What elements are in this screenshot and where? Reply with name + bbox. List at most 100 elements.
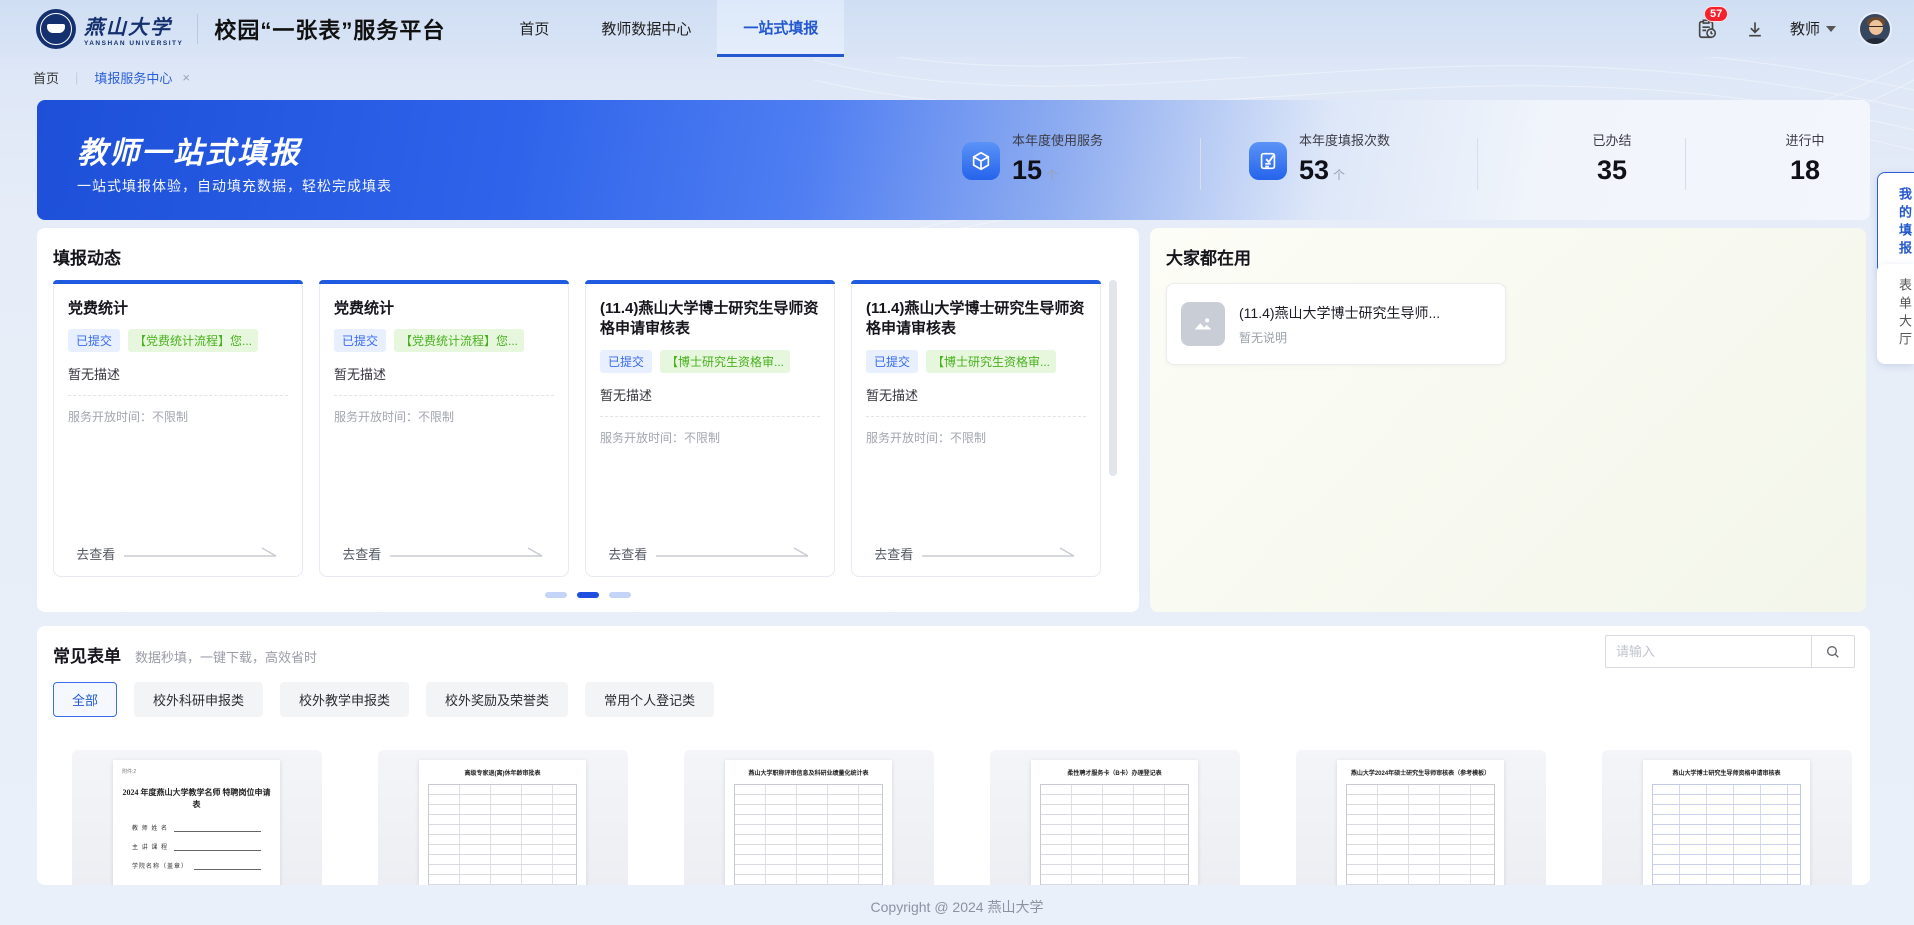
card-open-time: 服务开放时间：不限制 [68, 395, 288, 425]
popular-item-desc: 暂无说明 [1239, 329, 1440, 346]
view-button[interactable]: 去查看 [68, 544, 288, 564]
stat-value: 35 [1572, 155, 1652, 186]
stat-label: 进行中 [1765, 130, 1845, 149]
flow-badge: 【党费统计流程】您... [394, 329, 524, 352]
card-title: (11.4)燕山大学博士研究生导师资格申请审核表 [866, 299, 1086, 340]
filter-chip-all[interactable]: 全部 [53, 682, 117, 717]
form-thumbnail[interactable]: 燕山大学博士研究生导师资格申请审核表 [1602, 750, 1852, 885]
stat-value: 18 [1765, 155, 1845, 186]
form-thumbnails: 附件:2 2024 年度燕山大学教学名师 特聘岗位申请表 教 师 姓 名 主 讲… [72, 750, 1852, 885]
breadcrumb-home[interactable]: 首页 [33, 68, 59, 87]
card-title: (11.4)燕山大学博士研究生导师资格申请审核表 [600, 299, 820, 340]
status-badge: 已提交 [866, 350, 918, 373]
nav-tab-one-stop-filling[interactable]: 一站式填报 [717, 0, 844, 57]
arrow-right-icon [918, 545, 1078, 559]
form-icon [1249, 142, 1287, 180]
chevron-down-icon [1826, 26, 1836, 32]
card-description: 暂无描述 [334, 364, 554, 383]
card-title: 党费统计 [68, 299, 288, 319]
todo-notification-button[interactable]: 57 [1694, 16, 1720, 42]
status-badge: 已提交 [334, 329, 386, 352]
form-search [1605, 635, 1855, 668]
popular-item-title: (11.4)燕山大学博士研究生导师... [1239, 303, 1440, 323]
banner-title: 教师一站式填报 [77, 128, 301, 172]
form-preview: 柔性聘才服务卡（B卡）办理登记表 [1031, 760, 1198, 885]
form-thumbnail[interactable]: 附件:2 2024 年度燕山大学教学名师 特聘岗位申请表 教 师 姓 名 主 讲… [72, 750, 322, 885]
flow-badge: 【博士研究生资格审... [926, 350, 1056, 373]
form-thumbnail[interactable]: 燕山大学职称评审信息及科研业绩量化统计表 [684, 750, 934, 885]
search-button[interactable] [1811, 635, 1855, 668]
cube-icon [962, 142, 1000, 180]
common-forms-panel: 常见表单 数据秒填，一键下载，高效省时 全部 校外科研申报类 校外教学申报类 校… [37, 626, 1870, 885]
status-badge: 已提交 [68, 329, 120, 352]
status-badge: 已提交 [600, 350, 652, 373]
filter-chip-teaching[interactable]: 校外教学申报类 [280, 682, 409, 717]
activity-card[interactable]: 党费统计 已提交 【党费统计流程】您... 暂无描述 服务开放时间：不限制 去查… [319, 280, 569, 577]
form-table-preview [1346, 784, 1495, 885]
popular-panel: 大家都在用 (11.4)燕山大学博士研究生导师... 暂无说明 [1150, 228, 1866, 612]
download-icon [1745, 19, 1765, 39]
banner: 教师一站式填报 一站式填报体验，自动填充数据，轻松完成填表 本年度使用服务 15… [37, 100, 1870, 220]
view-button[interactable]: 去查看 [600, 544, 820, 564]
stat-label: 已办结 [1572, 130, 1652, 149]
app-header: 燕山大学 YANSHAN UNIVERSITY 校园“一张表”服务平台 首页 教… [0, 0, 1914, 57]
form-preview: 附件:2 2024 年度燕山大学教学名师 特聘岗位申请表 教 师 姓 名 主 讲… [113, 760, 280, 885]
side-tab-my-filling[interactable]: 我的填报 [1877, 172, 1914, 274]
form-thumbnail[interactable]: 柔性聘才服务卡（B卡）办理登记表 [990, 750, 1240, 885]
scrollbar[interactable] [1109, 280, 1117, 476]
main-nav: 首页 教师数据中心 一站式填报 [493, 0, 844, 57]
flow-badge: 【党费统计流程】您... [128, 329, 258, 352]
filter-chip-awards[interactable]: 校外奖励及荣誉类 [426, 682, 568, 717]
view-button[interactable]: 去查看 [866, 544, 1086, 564]
form-preview: 燕山大学2024年硕士研究生导师审核表（参考模板） [1337, 760, 1504, 885]
activity-card[interactable]: (11.4)燕山大学博士研究生导师资格申请审核表 已提交 【博士研究生资格审..… [851, 280, 1101, 577]
card-title: 党费统计 [334, 299, 554, 319]
carousel-dot-active[interactable] [577, 592, 599, 598]
close-icon[interactable]: × [182, 70, 190, 85]
filter-chip-research[interactable]: 校外科研申报类 [134, 682, 263, 717]
divider: | [75, 70, 78, 85]
university-name-en: YANSHAN UNIVERSITY [84, 40, 183, 47]
page-title: 校园“一张表”服务平台 [214, 13, 445, 45]
role-label: 教师 [1790, 18, 1820, 39]
arrow-right-icon [120, 545, 280, 559]
role-dropdown[interactable]: 教师 [1790, 18, 1836, 39]
carousel-dot[interactable] [545, 592, 567, 598]
view-button[interactable]: 去查看 [334, 544, 554, 564]
side-tab-form-hall[interactable]: 表单大厅 [1877, 264, 1914, 364]
activity-card[interactable]: (11.4)燕山大学博士研究生导师资格申请审核表 已提交 【博士研究生资格审..… [585, 280, 835, 577]
breadcrumb-current[interactable]: 填报服务中心 [94, 68, 172, 87]
search-input[interactable] [1605, 635, 1811, 668]
divider [197, 14, 198, 44]
banner-subtitle: 一站式填报体验，自动填充数据，轻松完成填表 [77, 176, 392, 196]
form-thumbnail[interactable]: 高级专家退(离)休年龄审批表 [378, 750, 628, 885]
university-name-cn: 燕山大学 [84, 11, 183, 40]
form-table-preview [1652, 784, 1801, 885]
stat-value: 53个 [1299, 155, 1390, 186]
card-open-time: 服务开放时间：不限制 [334, 395, 554, 425]
nav-tab-teacher-data-center[interactable]: 教师数据中心 [575, 0, 717, 57]
download-button[interactable] [1742, 16, 1768, 42]
flow-badge: 【博士研究生资格审... [660, 350, 790, 373]
breadcrumb: 首页 | 填报服务中心 × [0, 57, 1914, 97]
nav-tab-home[interactable]: 首页 [493, 0, 575, 57]
university-seal-icon [36, 9, 76, 49]
popular-item[interactable]: (11.4)燕山大学博士研究生导师... 暂无说明 [1166, 283, 1506, 365]
card-description: 暂无描述 [866, 385, 1086, 404]
avatar[interactable] [1858, 12, 1892, 46]
activity-card[interactable]: 党费统计 已提交 【党费统计流程】您... 暂无描述 服务开放时间：不限制 去查… [53, 280, 303, 577]
university-logo: 燕山大学 YANSHAN UNIVERSITY [36, 9, 214, 49]
copyright: Copyright @ 2024 燕山大学 [0, 897, 1914, 917]
arrow-right-icon [652, 545, 812, 559]
image-placeholder-icon [1181, 302, 1225, 346]
form-table-preview [428, 784, 577, 885]
form-thumbnail[interactable]: 燕山大学2024年硕士研究生导师审核表（参考模板） [1296, 750, 1546, 885]
section-title-popular: 大家都在用 [1166, 244, 1251, 269]
divider [1477, 138, 1478, 190]
form-category-filters: 全部 校外科研申报类 校外教学申报类 校外奖励及荣誉类 常用个人登记类 [53, 682, 714, 717]
carousel-dot[interactable] [609, 592, 631, 598]
divider [1685, 138, 1686, 190]
divider [1200, 138, 1201, 190]
filter-chip-personal[interactable]: 常用个人登记类 [585, 682, 714, 717]
form-preview: 高级专家退(离)休年龄审批表 [419, 760, 586, 885]
